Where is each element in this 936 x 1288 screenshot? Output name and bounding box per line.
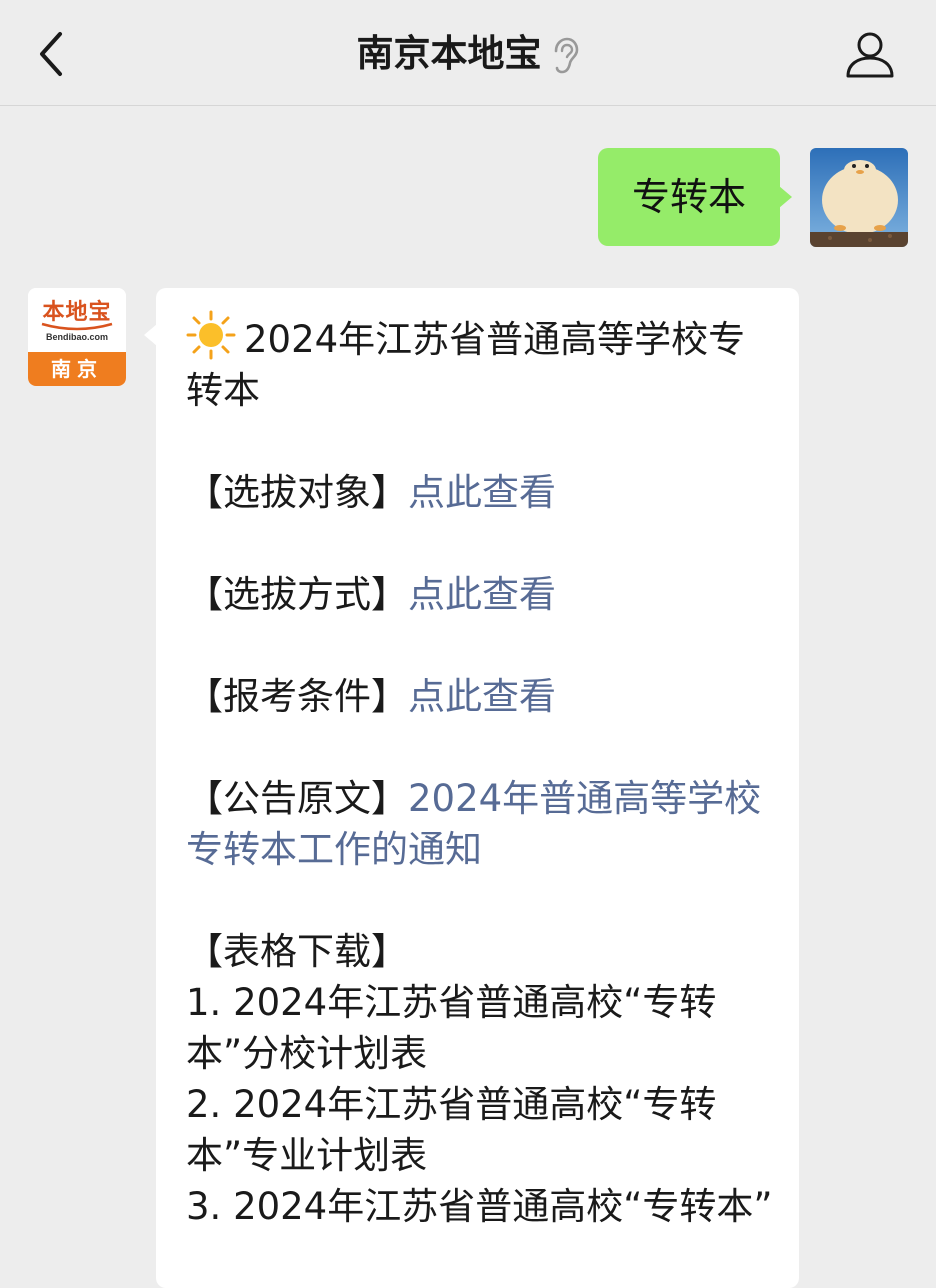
bubble-tail [144,324,157,346]
logo-swoosh-icon [41,322,113,331]
reply-title: 2024年江苏省普通高等学校专转本 [186,310,773,416]
user-message-text: 专转本 [631,175,746,219]
logo-top: 本地宝 Bendibao.com [28,288,126,352]
bubble-tail [779,186,792,208]
view-link[interactable]: 点此查看 [408,573,556,616]
chat-title-area: 南京本地宝 [0,28,936,80]
download-item[interactable]: 1. 2024年江苏省普通高校“专转本”分校计划表 [186,977,773,1079]
user-message-bubble[interactable]: 专转本 [598,148,792,246]
user-avatar[interactable] [810,148,908,247]
user-avatar-image [810,148,908,247]
chat-title: 南京本地宝 [356,32,542,75]
download-item[interactable]: 3. 2024年江苏省普通高校“专转本” [186,1181,773,1232]
logo-city: 南京 [28,352,126,386]
profile-icon[interactable] [844,30,896,80]
reply-row-method: 【选拔方式】点此查看 [186,569,773,620]
logo-url: Bendibao.com [45,332,108,342]
sun-icon [186,310,236,360]
view-link[interactable]: 点此查看 [408,471,556,514]
chat-header: 南京本地宝 [0,0,936,106]
row-label: 【报考条件】 [186,675,408,718]
bot-message-bubble: 2024年江苏省普通高等学校专转本 【选拔对象】点此查看 【选拔方式】点此查看 … [144,288,799,1288]
row-label: 【选拔对象】 [186,471,408,514]
row-label: 【选拔方式】 [186,573,408,616]
ear-icon [554,37,578,73]
row-label: 【公告原文】 [186,777,408,820]
download-item[interactable]: 2. 2024年江苏省普通高校“专转本”专业计划表 [186,1079,773,1181]
reply-title-text: 2024年江苏省普通高等学校专转本 [186,318,746,412]
reply-row-announcement: 【公告原文】2024年普通高等学校专转本工作的通知 [186,773,773,875]
downloads-label: 【表格下载】 [186,930,408,973]
view-link[interactable]: 点此查看 [408,675,556,718]
official-account-avatar[interactable]: 本地宝 Bendibao.com 南京 [28,288,126,386]
reply-row-target: 【选拔对象】点此查看 [186,467,773,518]
reply-row-conditions: 【报考条件】点此查看 [186,671,773,722]
